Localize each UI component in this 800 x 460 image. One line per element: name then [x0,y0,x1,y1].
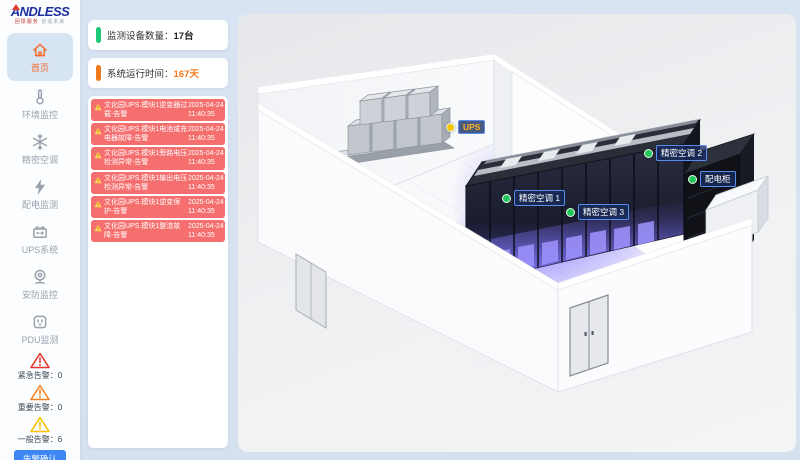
room-3d-view[interactable]: UPS 精密空调 2 配电柜 精密空调 1 精密空调 3 [238,14,796,452]
uptime-label: 系统运行时间： [107,69,174,80]
sidebar-item-label: 精密空调 [22,153,58,166]
status-column: 监测设备数量：17台 系统运行时间：167天 文化园UPS.模块1逆变器过载-告… [88,20,228,448]
device-count-value: 17台 [174,31,194,42]
warning-icon [94,224,102,232]
critical-alarm-counter: 紧急告警：0 [18,352,62,381]
thermometer-icon [31,88,49,106]
alarm-message: 文化园UPS.模块1逆变保护-告警 [104,198,188,216]
sidebar-item-power[interactable]: 配电监测 [7,172,73,216]
alarm-time: 2025-04-2411:40:35 [188,174,224,192]
sidebar-item-home[interactable]: 首页 [7,33,73,81]
warning-icon [94,176,102,184]
major-warning-icon [30,384,50,401]
battery-icon [31,223,49,241]
alarm-item[interactable]: 文化园UPS.模块1输出电压检测异常-告警 2025-04-2411:40:35 [91,172,225,194]
device-label-ups[interactable]: UPS [446,120,485,134]
device-badge: 配电柜 [700,171,736,187]
sidebar-nav: 首页 环境监控 精密空调 配电监测 [0,33,80,352]
sidebar: ANDLESS 回馈服务 创造未来 首页 环境监控 [0,0,80,460]
alarm-message: 文化园UPS.模块1旁路电压检测异常-告警 [104,149,188,167]
alarm-summary: 紧急告警：0 重要告警：0 一般告警：6 告警确认 [14,352,66,460]
ok-status-dot [502,194,511,203]
alarm-time: 2025-04-2411:40:35 [188,125,224,143]
device-count-icon [96,27,101,43]
brand-tagline: 回馈服务 创造未来 [11,20,70,25]
brand-name: ANDLESS [11,5,70,18]
device-label-crac2[interactable]: 精密空调 2 [644,145,707,161]
warning-icon [94,200,102,208]
device-badge: 精密空调 2 [656,145,707,161]
alarm-item[interactable]: 文化园UPS.模块1逆变器过载-告警 2025-04-2411:40:35 [91,99,225,121]
sidebar-item-environment[interactable]: 环境监控 [7,82,73,126]
warning-status-dot [446,123,455,132]
minor-alarm-counter: 一般告警：6 [18,416,62,445]
warning-icon [94,151,102,159]
sidebar-item-ups[interactable]: UPS系统 [7,217,73,261]
device-label-crac3[interactable]: 精密空调 3 [566,204,629,220]
device-label-crac1[interactable]: 精密空调 1 [502,190,565,206]
device-label-power-cabinet[interactable]: 配电柜 [688,171,736,187]
minor-warning-icon [30,416,50,433]
ok-status-dot [688,175,697,184]
sidebar-item-label: 安防监控 [22,288,58,301]
device-count-label: 监测设备数量： [107,31,174,42]
alarm-list[interactable]: 文化园UPS.模块1逆变器过载-告警 2025-04-2411:40:35 文化… [88,96,228,448]
alarm-message: 文化园UPS.模块1电池或充电器故障-告警 [104,125,188,143]
sidebar-item-label: 环境监控 [22,108,58,121]
alarm-time: 2025-04-2411:40:35 [188,222,224,240]
sidebar-item-security[interactable]: 安防监控 [7,262,73,306]
uptime-icon [96,65,101,81]
sidebar-item-label: 配电监测 [22,198,58,211]
alarm-message: 文化园UPS.模块1逆变器过载-告警 [104,101,188,119]
sidebar-item-label: UPS系统 [22,243,59,256]
device-badge: 精密空调 1 [514,190,565,206]
alarm-item[interactable]: 文化园UPS.模块1逆变保护-告警 2025-04-2411:40:35 [91,196,225,218]
ok-status-dot [566,208,575,217]
alarm-time: 2025-04-2411:40:35 [188,198,224,216]
critical-warning-icon [30,352,50,369]
alarm-message: 文化园UPS.模块1输出电压检测异常-告警 [104,174,188,192]
uptime-card: 系统运行时间：167天 [88,58,228,88]
device-count-card: 监测设备数量：17台 [88,20,228,50]
snowflake-icon [31,133,49,151]
warning-icon [94,127,102,135]
alarm-time: 2025-04-2411:40:35 [188,101,224,119]
lightning-icon [31,178,49,196]
alarm-time: 2025-04-2411:40:35 [188,149,224,167]
device-badge: 精密空调 3 [578,204,629,220]
main-double-door [570,295,608,376]
uptime-value: 167天 [174,69,199,80]
ok-status-dot [644,149,653,158]
room-3d-scene [238,14,796,452]
alarm-item[interactable]: 文化园UPS.模块1旁路电压检测异常-告警 2025-04-2411:40:35 [91,147,225,169]
app-root: ANDLESS 回馈服务 创造未来 首页 环境监控 [0,0,800,460]
device-badge: UPS [458,120,485,134]
alarm-item[interactable]: 文化园UPS.模块1电池或充电器故障-告警 2025-04-2411:40:35 [91,123,225,145]
socket-icon [31,313,49,331]
brand-logo[interactable]: ANDLESS 回馈服务 创造未来 [11,5,70,25]
alarm-confirm-button[interactable]: 告警确认 [14,450,66,460]
sidebar-item-label: 首页 [31,61,49,74]
sidebar-item-pdu[interactable]: PDU监测 [7,307,73,351]
home-icon [31,41,49,59]
warning-icon [94,103,102,111]
alarm-message: 文化园UPS.模块1整流故障-告警 [104,222,188,240]
sidebar-item-hvac[interactable]: 精密空调 [7,127,73,171]
sidebar-item-label: PDU监测 [21,333,58,346]
major-alarm-counter: 重要告警：0 [18,384,62,413]
camera-icon [31,268,49,286]
alarm-item[interactable]: 文化园UPS.模块1整流故障-告警 2025-04-2411:40:35 [91,220,225,242]
